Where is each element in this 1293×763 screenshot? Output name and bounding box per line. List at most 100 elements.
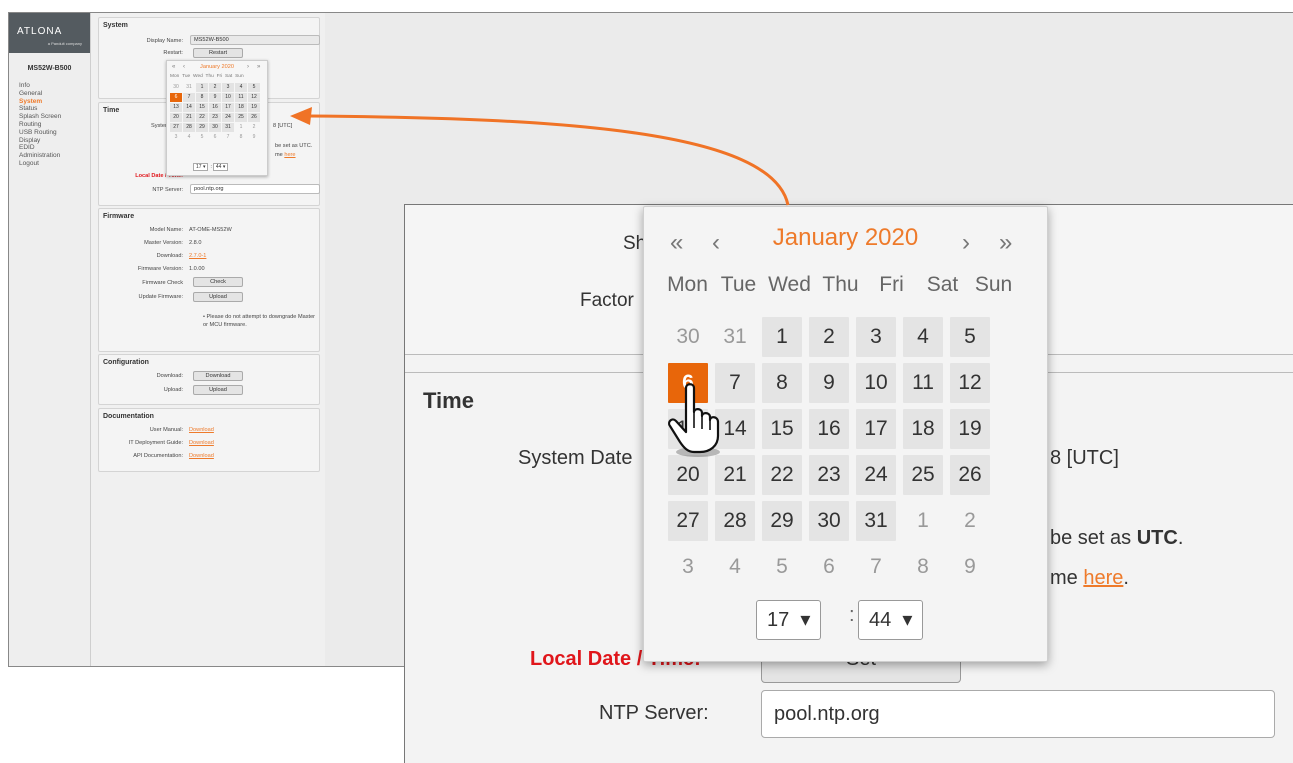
day-cell[interactable]: 18 <box>235 103 247 112</box>
day-cell[interactable]: 12 <box>950 363 990 403</box>
hour-select[interactable]: 17 ▾ <box>756 600 822 640</box>
day-cell[interactable]: 22 <box>196 113 208 122</box>
day-cell[interactable]: 10 <box>856 363 896 403</box>
day-cell[interactable]: 1 <box>235 123 247 132</box>
sidebar-item-display[interactable]: Display <box>9 137 90 145</box>
day-cell[interactable]: 1 <box>903 501 943 541</box>
display-name-input[interactable]: MS52W-B500 <box>190 35 320 45</box>
mini-next-year[interactable]: » <box>257 64 260 70</box>
sidebar-item-edid[interactable]: EDID <box>9 144 90 152</box>
day-cell[interactable]: 12 <box>248 93 260 102</box>
day-cell[interactable]: 18 <box>903 409 943 449</box>
day-cell[interactable]: 9 <box>248 133 260 142</box>
day-cell[interactable]: 8 <box>903 547 943 587</box>
day-cell[interactable]: 3 <box>222 83 234 92</box>
day-cell[interactable]: 1 <box>196 83 208 92</box>
day-cell[interactable]: 17 <box>222 103 234 112</box>
day-cell[interactable]: 27 <box>668 501 708 541</box>
day-cell[interactable]: 19 <box>950 409 990 449</box>
mini-next-month[interactable]: › <box>247 64 249 70</box>
sidebar-item-info[interactable]: Info <box>9 82 90 90</box>
zoom-timezone-link[interactable]: here <box>1083 567 1123 589</box>
day-cell-selected[interactable]: 6 <box>170 93 182 102</box>
day-cell[interactable]: 13 <box>170 103 182 112</box>
download-link[interactable]: 2.7.0-1 <box>189 253 206 259</box>
day-cell[interactable]: 31 <box>183 83 195 92</box>
day-cell[interactable]: 6 <box>809 547 849 587</box>
day-cell[interactable]: 2 <box>248 123 260 132</box>
day-cell[interactable]: 25 <box>235 113 247 122</box>
day-cell[interactable]: 4 <box>235 83 247 92</box>
day-cell[interactable]: 30 <box>809 501 849 541</box>
day-cell[interactable]: 5 <box>248 83 260 92</box>
day-cell[interactable]: 2 <box>809 317 849 357</box>
day-cell[interactable]: 8 <box>196 93 208 102</box>
day-cell[interactable]: 25 <box>903 455 943 495</box>
day-cell[interactable]: 15 <box>762 409 802 449</box>
day-cell[interactable]: 31 <box>856 501 896 541</box>
day-cell[interactable]: 11 <box>235 93 247 102</box>
mini-hour-select[interactable]: 17 ▾ <box>193 163 209 171</box>
config-upload-button[interactable]: Upload <box>193 385 243 395</box>
day-cell[interactable]: 7 <box>856 547 896 587</box>
next-month-button[interactable]: › <box>962 229 970 257</box>
day-cell[interactable]: 28 <box>183 123 195 132</box>
day-cell[interactable]: 4 <box>715 547 755 587</box>
day-cell[interactable]: 16 <box>809 409 849 449</box>
day-cell[interactable]: 28 <box>715 501 755 541</box>
day-cell[interactable]: 9 <box>809 363 849 403</box>
day-cell[interactable]: 19 <box>248 103 260 112</box>
day-cell[interactable]: 29 <box>196 123 208 132</box>
day-cell[interactable]: 3 <box>856 317 896 357</box>
day-cell[interactable]: 31 <box>715 317 755 357</box>
sidebar-item-splash-screen[interactable]: Splash Screen <box>9 113 90 121</box>
ntp-input[interactable]: pool.ntp.org <box>190 184 320 194</box>
day-cell[interactable]: 30 <box>668 317 708 357</box>
day-cell[interactable]: 7 <box>183 93 195 102</box>
sidebar-item-status[interactable]: Status <box>9 105 90 113</box>
config-download-button[interactable]: Download <box>193 371 243 381</box>
zoom-ntp-input[interactable]: pool.ntp.org <box>761 690 1275 738</box>
upload-firmware-button[interactable]: Upload <box>193 292 243 302</box>
day-cell[interactable]: 9 <box>209 93 221 102</box>
day-cell[interactable]: 3 <box>170 133 182 142</box>
day-cell[interactable]: 1 <box>762 317 802 357</box>
day-cell[interactable]: 2 <box>950 501 990 541</box>
day-cell[interactable]: 16 <box>209 103 221 112</box>
day-cell[interactable]: 24 <box>222 113 234 122</box>
it-guide-link[interactable]: Download <box>189 440 214 446</box>
day-cell[interactable]: 22 <box>762 455 802 495</box>
restart-button[interactable]: Restart <box>193 48 243 58</box>
day-cell[interactable]: 8 <box>235 133 247 142</box>
day-cell[interactable]: 29 <box>762 501 802 541</box>
day-cell[interactable]: 20 <box>170 113 182 122</box>
day-cell[interactable]: 5 <box>762 547 802 587</box>
day-cell[interactable]: 24 <box>856 455 896 495</box>
day-cell[interactable]: 20 <box>668 455 708 495</box>
minute-select[interactable]: 44 ▾ <box>858 600 924 640</box>
day-cell[interactable]: 2 <box>209 83 221 92</box>
day-cell[interactable]: 6 <box>209 133 221 142</box>
day-cell[interactable]: 8 <box>762 363 802 403</box>
next-year-button[interactable]: » <box>999 229 1012 257</box>
sidebar-item-logout[interactable]: Logout <box>9 160 90 168</box>
user-manual-link[interactable]: Download <box>189 427 214 433</box>
day-cell[interactable]: 5 <box>950 317 990 357</box>
day-cell[interactable]: 17 <box>856 409 896 449</box>
day-cell[interactable]: 23 <box>809 455 849 495</box>
sidebar-item-system[interactable]: System <box>9 98 90 106</box>
day-cell[interactable]: 5 <box>196 133 208 142</box>
sidebar-item-general[interactable]: General <box>9 90 90 98</box>
mini-minute-select[interactable]: 44 ▾ <box>212 163 229 171</box>
day-cell[interactable]: 3 <box>668 547 708 587</box>
day-cell[interactable]: 21 <box>715 455 755 495</box>
day-cell[interactable]: 21 <box>183 113 195 122</box>
day-cell[interactable]: 4 <box>183 133 195 142</box>
timezone-link[interactable]: here <box>284 152 295 158</box>
day-cell[interactable]: 10 <box>222 93 234 102</box>
day-cell[interactable]: 31 <box>222 123 234 132</box>
day-cell[interactable]: 26 <box>248 113 260 122</box>
day-cell[interactable]: 30 <box>209 123 221 132</box>
day-cell[interactable]: 26 <box>950 455 990 495</box>
api-doc-link[interactable]: Download <box>189 453 214 459</box>
